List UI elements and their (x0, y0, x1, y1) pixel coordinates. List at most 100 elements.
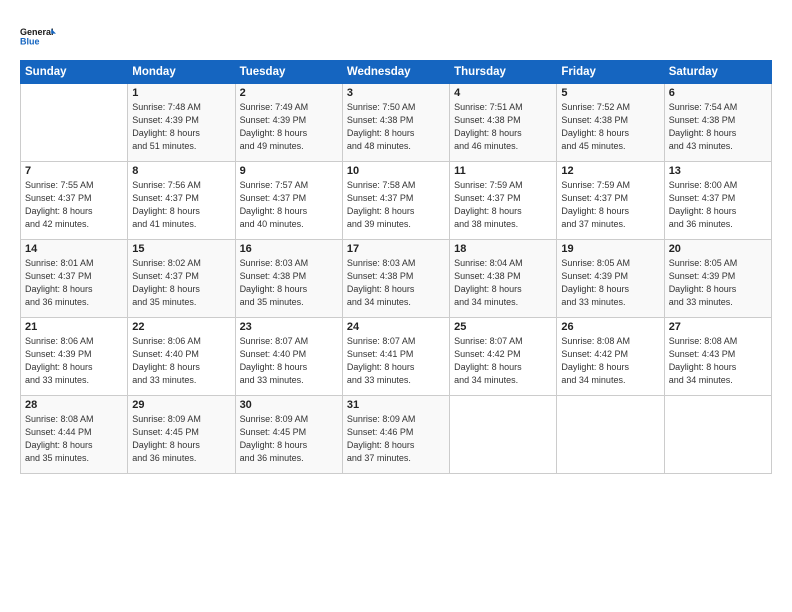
calendar-cell: 21 Sunrise: 8:06 AMSunset: 4:39 PMDayligh… (21, 318, 128, 396)
day-number: 7 (25, 165, 123, 177)
day-number: 5 (561, 87, 659, 99)
day-info: Sunrise: 8:03 AMSunset: 4:38 PMDaylight:… (240, 257, 338, 309)
calendar-cell: 11 Sunrise: 7:59 AMSunset: 4:37 PMDayligh… (450, 162, 557, 240)
day-info: Sunrise: 8:05 AMSunset: 4:39 PMDaylight:… (561, 257, 659, 309)
day-number: 25 (454, 321, 552, 333)
day-info: Sunrise: 8:00 AMSunset: 4:37 PMDaylight:… (669, 179, 767, 231)
day-info: Sunrise: 7:48 AMSunset: 4:39 PMDaylight:… (132, 101, 230, 153)
calendar-cell: 3 Sunrise: 7:50 AMSunset: 4:38 PMDaylight… (342, 84, 449, 162)
day-info: Sunrise: 7:50 AMSunset: 4:38 PMDaylight:… (347, 101, 445, 153)
day-info: Sunrise: 7:57 AMSunset: 4:37 PMDaylight:… (240, 179, 338, 231)
day-number: 4 (454, 87, 552, 99)
calendar-cell: 4 Sunrise: 7:51 AMSunset: 4:38 PMDaylight… (450, 84, 557, 162)
calendar-cell: 16Sunrise: 8:03 AMSunset: 4:38 PMDayligh… (235, 240, 342, 318)
header: General Blue (20, 18, 772, 54)
day-number: 28 (25, 399, 123, 411)
calendar-cell: 20 Sunrise: 8:05 AMSunset: 4:39 PMDayligh… (664, 240, 771, 318)
day-info: Sunrise: 8:09 AMSunset: 4:45 PMDaylight:… (132, 413, 230, 465)
calendar-cell: 27 Sunrise: 8:08 AMSunset: 4:43 PMDayligh… (664, 318, 771, 396)
calendar-cell: 13 Sunrise: 8:00 AMSunset: 4:37 PMDayligh… (664, 162, 771, 240)
calendar-page: General Blue SundayMondayTuesdayWednesda… (0, 0, 792, 612)
day-number: 3 (347, 87, 445, 99)
day-info: Sunrise: 7:55 AMSunset: 4:37 PMDaylight:… (25, 179, 123, 231)
day-number: 8 (132, 165, 230, 177)
calendar-cell: 2 Sunrise: 7:49 AMSunset: 4:39 PMDaylight… (235, 84, 342, 162)
calendar-cell: 14Sunrise: 8:01 AMSunset: 4:37 PMDayligh… (21, 240, 128, 318)
calendar-cell (450, 396, 557, 474)
calendar-cell: 5Sunrise: 7:52 AMSunset: 4:38 PMDaylight… (557, 84, 664, 162)
calendar-cell: 17 Sunrise: 8:03 AMSunset: 4:38 PMDayligh… (342, 240, 449, 318)
calendar-cell (557, 396, 664, 474)
day-number: 9 (240, 165, 338, 177)
day-info: Sunrise: 7:49 AMSunset: 4:39 PMDaylight:… (240, 101, 338, 153)
day-info: Sunrise: 8:08 AMSunset: 4:43 PMDaylight:… (669, 335, 767, 387)
calendar-cell: 24 Sunrise: 8:07 AMSunset: 4:41 PMDayligh… (342, 318, 449, 396)
day-number: 26 (561, 321, 659, 333)
day-info: Sunrise: 8:05 AMSunset: 4:39 PMDaylight:… (669, 257, 767, 309)
calendar-cell: 23 Sunrise: 8:07 AMSunset: 4:40 PMDayligh… (235, 318, 342, 396)
day-info: Sunrise: 8:09 AMSunset: 4:46 PMDaylight:… (347, 413, 445, 465)
day-number: 12 (561, 165, 659, 177)
svg-text:Blue: Blue (20, 36, 40, 46)
calendar-cell: 31 Sunrise: 8:09 AMSunset: 4:46 PMDayligh… (342, 396, 449, 474)
day-number: 2 (240, 87, 338, 99)
svg-text:General: General (20, 27, 54, 37)
calendar-cell: 29Sunrise: 8:09 AMSunset: 4:45 PMDayligh… (128, 396, 235, 474)
day-info: Sunrise: 7:59 AMSunset: 4:37 PMDaylight:… (454, 179, 552, 231)
day-info: Sunrise: 8:09 AMSunset: 4:45 PMDaylight:… (240, 413, 338, 465)
day-number: 19 (561, 243, 659, 255)
day-number: 10 (347, 165, 445, 177)
day-info: Sunrise: 8:07 AMSunset: 4:41 PMDaylight:… (347, 335, 445, 387)
day-number: 21 (25, 321, 123, 333)
day-number: 23 (240, 321, 338, 333)
calendar-cell: 6Sunrise: 7:54 AMSunset: 4:38 PMDaylight… (664, 84, 771, 162)
day-number: 1 (132, 87, 230, 99)
day-number: 22 (132, 321, 230, 333)
day-info: Sunrise: 8:06 AMSunset: 4:40 PMDaylight:… (132, 335, 230, 387)
day-number: 17 (347, 243, 445, 255)
calendar-cell: 22 Sunrise: 8:06 AMSunset: 4:40 PMDayligh… (128, 318, 235, 396)
calendar-cell: 7 Sunrise: 7:55 AMSunset: 4:37 PMDaylight… (21, 162, 128, 240)
week-row-5: 28 Sunrise: 8:08 AMSunset: 4:44 PMDayligh… (21, 396, 772, 474)
day-header-monday: Monday (128, 61, 235, 84)
day-number: 6 (669, 87, 767, 99)
day-info: Sunrise: 7:56 AMSunset: 4:37 PMDaylight:… (132, 179, 230, 231)
calendar-cell: 30Sunrise: 8:09 AMSunset: 4:45 PMDayligh… (235, 396, 342, 474)
calendar-cell: 15 Sunrise: 8:02 AMSunset: 4:37 PMDayligh… (128, 240, 235, 318)
week-row-3: 14Sunrise: 8:01 AMSunset: 4:37 PMDayligh… (21, 240, 772, 318)
day-info: Sunrise: 7:59 AMSunset: 4:37 PMDaylight:… (561, 179, 659, 231)
day-info: Sunrise: 8:06 AMSunset: 4:39 PMDaylight:… (25, 335, 123, 387)
day-number: 27 (669, 321, 767, 333)
day-header-saturday: Saturday (664, 61, 771, 84)
day-info: Sunrise: 8:08 AMSunset: 4:44 PMDaylight:… (25, 413, 123, 465)
day-number: 31 (347, 399, 445, 411)
calendar-cell: 25Sunrise: 8:07 AMSunset: 4:42 PMDayligh… (450, 318, 557, 396)
calendar-cell: 12 Sunrise: 7:59 AMSunset: 4:37 PMDayligh… (557, 162, 664, 240)
day-info: Sunrise: 7:51 AMSunset: 4:38 PMDaylight:… (454, 101, 552, 153)
day-header-friday: Friday (557, 61, 664, 84)
day-number: 11 (454, 165, 552, 177)
day-number: 13 (669, 165, 767, 177)
day-number: 24 (347, 321, 445, 333)
calendar-cell: 9 Sunrise: 7:57 AMSunset: 4:37 PMDaylight… (235, 162, 342, 240)
calendar-cell (21, 84, 128, 162)
week-row-1: 1 Sunrise: 7:48 AMSunset: 4:39 PMDaylight… (21, 84, 772, 162)
calendar-cell: 18Sunrise: 8:04 AMSunset: 4:38 PMDayligh… (450, 240, 557, 318)
day-info: Sunrise: 7:58 AMSunset: 4:37 PMDaylight:… (347, 179, 445, 231)
day-number: 20 (669, 243, 767, 255)
day-info: Sunrise: 8:07 AMSunset: 4:40 PMDaylight:… (240, 335, 338, 387)
calendar-cell: 10 Sunrise: 7:58 AMSunset: 4:37 PMDayligh… (342, 162, 449, 240)
calendar-table: SundayMondayTuesdayWednesdayThursdayFrid… (20, 60, 772, 474)
day-info: Sunrise: 8:01 AMSunset: 4:37 PMDaylight:… (25, 257, 123, 309)
day-header-tuesday: Tuesday (235, 61, 342, 84)
day-info: Sunrise: 8:03 AMSunset: 4:38 PMDaylight:… (347, 257, 445, 309)
day-header-wednesday: Wednesday (342, 61, 449, 84)
calendar-cell (664, 396, 771, 474)
day-info: Sunrise: 8:08 AMSunset: 4:42 PMDaylight:… (561, 335, 659, 387)
logo-svg: General Blue (20, 18, 56, 54)
day-header-sunday: Sunday (21, 61, 128, 84)
day-number: 15 (132, 243, 230, 255)
calendar-cell: 28 Sunrise: 8:08 AMSunset: 4:44 PMDayligh… (21, 396, 128, 474)
week-row-2: 7 Sunrise: 7:55 AMSunset: 4:37 PMDaylight… (21, 162, 772, 240)
day-info: Sunrise: 8:02 AMSunset: 4:37 PMDaylight:… (132, 257, 230, 309)
